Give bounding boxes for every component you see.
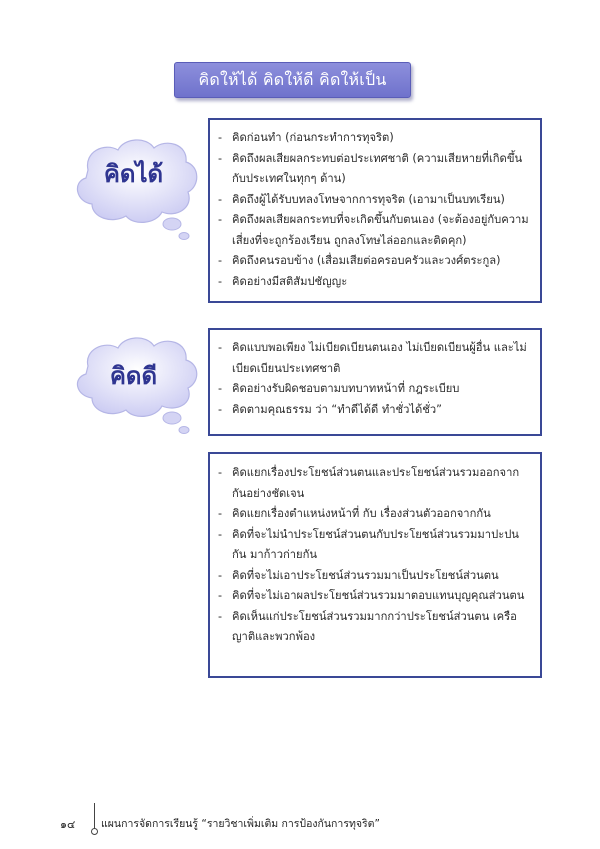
list-item: - คิดถึงผลเสียผลกระทบต่อประเทศชาติ (ความเ… bbox=[218, 151, 523, 186]
list-item: - คิดแยกเรื่องตำแหน่งหน้าที่ กับ เรื่องส่… bbox=[218, 507, 491, 520]
thought-cloud-think-can: คิดได้ bbox=[66, 130, 201, 250]
list-item: - คิดถึงผู้ได้รับบทลงโทษจากการทุจริต (เอา… bbox=[218, 192, 505, 206]
thought-cloud-think-good: คิดดี bbox=[66, 330, 201, 442]
section-title-banner: คิดให้ได้ คิดให้ดี คิดให้เป็น bbox=[174, 62, 411, 98]
list-item: - คิดอย่างมีสติสัมปชัญญะ bbox=[218, 274, 348, 288]
bullet-list: - คิดแยกเรื่องประโยชน์ส่วนตนและประโยชน์ส่… bbox=[210, 454, 540, 648]
list-item: - คิดที่จะไม่เอาผลประโยชน์ส่วนรวมมาตอบแทน… bbox=[218, 589, 525, 602]
bullet-list: - คิดก่อนทำ (ก่อนกระทำการทุจริต) - คิดถึงผ… bbox=[210, 120, 540, 292]
footer-title: แผนการจัดการเรียนรู้ “รายวิชาเพิ่มเติม ก… bbox=[101, 818, 380, 830]
content-box-think-can: - คิดก่อนทำ (ก่อนกระทำการทุจริต) - คิดถึงผ… bbox=[208, 118, 542, 303]
cloud-label: คิดได้ bbox=[103, 160, 164, 188]
list-item: - คิดอย่างรับผิดชอบตามบทบาทหน้าที่ กฎระเบ… bbox=[218, 382, 460, 395]
section-title: คิดให้ได้ คิดให้ดี คิดให้เป็น bbox=[198, 70, 387, 89]
list-item: - คิดถึงผลเสียผลกระทบที่จะเกิดขึ้นกับตนเอ… bbox=[218, 213, 529, 247]
footer-divider bbox=[94, 803, 95, 830]
list-item: - คิดถึงคนรอบข้าง (เสื่อมเสียต่อครอบครัวแ… bbox=[218, 254, 501, 267]
footer-dot-icon bbox=[91, 828, 98, 835]
list-item: - คิดที่จะไม่เอาประโยชน์ส่วนรวมมาเป็นประโ… bbox=[218, 568, 499, 582]
list-item: - คิดตามคุณธรรม ว่า “ทำดีได้ดี ทำชั่วได้ช… bbox=[218, 402, 442, 416]
content-box-think-good: - คิดแบบพอเพียง ไม่เบียดเบียนตนเอง ไม่เบี… bbox=[208, 328, 542, 436]
cloud-label: คิดดี bbox=[109, 362, 158, 390]
list-item: - คิดที่จะไม่นำประโยชน์ส่วนตนกับประโยชน์ส… bbox=[218, 527, 519, 562]
bullet-list: - คิดแบบพอเพียง ไม่เบียดเบียนตนเอง ไม่เบี… bbox=[210, 330, 540, 420]
list-item: - คิดแยกเรื่องประโยชน์ส่วนตนและประโยชน์ส่… bbox=[218, 466, 520, 500]
content-box-think-right: - คิดแยกเรื่องประโยชน์ส่วนตนและประโยชน์ส่… bbox=[208, 452, 542, 678]
page-number: ๑๔ bbox=[60, 818, 76, 831]
list-item: - คิดก่อนทำ (ก่อนกระทำการทุจริต) bbox=[218, 131, 394, 144]
list-item: - คิดแบบพอเพียง ไม่เบียดเบียนตนเอง ไม่เบี… bbox=[218, 341, 527, 375]
list-item: - คิดเห็นแก่ประโยชน์ส่วนรวมมากกว่าประโยชน… bbox=[218, 609, 517, 644]
